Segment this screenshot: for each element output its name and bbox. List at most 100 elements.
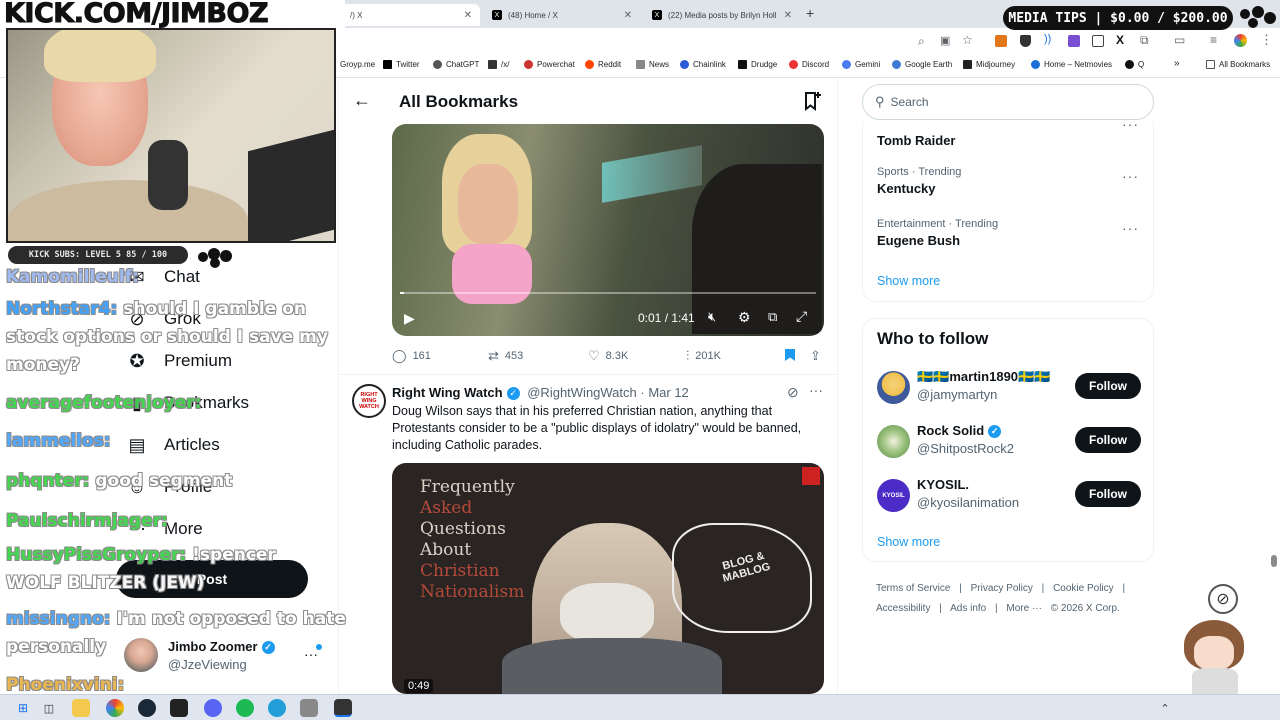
account-name[interactable]: Rock Solid ✓	[917, 423, 1002, 439]
sidebar-icon[interactable]: ▭	[1174, 33, 1185, 47]
close-tab-icon[interactable]: ✕	[458, 10, 472, 21]
bookmark-item[interactable]: ChatGPT	[433, 60, 479, 69]
ads-info-link[interactable]: Ads info	[950, 603, 986, 614]
follow-button[interactable]: Follow	[1075, 373, 1141, 399]
follow-suggestion[interactable]: Rock Solid ✓ @ShitpostRock2 Follow	[863, 421, 1155, 467]
x-extension-icon[interactable]: X	[1116, 33, 1124, 47]
tweet-date[interactable]: · Mar 12	[640, 385, 688, 400]
repost-button[interactable]: ⇄ 453	[488, 348, 523, 364]
bookmark-item[interactable]: Groyp.me	[340, 60, 375, 69]
app-icon[interactable]	[170, 699, 188, 717]
windows-start-icon[interactable]: ⊞	[14, 699, 32, 717]
follow-suggestion[interactable]: KYOSIL KYOSIL. @kyosilanimation Follow	[863, 475, 1155, 521]
play-icon[interactable]: ▶	[404, 310, 415, 327]
bookmark-item[interactable]: Discord	[789, 60, 829, 69]
extensions-puzzle-icon[interactable]: ⧉	[1140, 33, 1149, 48]
grok-icon[interactable]: ⊘	[787, 384, 799, 401]
extension-icon[interactable]	[1092, 35, 1104, 47]
browser-menu-icon[interactable]: ⋮	[1260, 32, 1273, 48]
settings-gear-icon[interactable]: ⚙	[738, 309, 751, 326]
telegram-icon[interactable]	[268, 699, 286, 717]
bookmark-item[interactable]: Gemini	[842, 60, 880, 69]
bookmark-item[interactable]: Google Earth	[892, 60, 952, 69]
tweet-video-player[interactable]: Frequently Asked Questions About Christi…	[392, 463, 824, 694]
bookmark-item[interactable]: Home – Netmovies	[1031, 60, 1112, 69]
bookmark-filled-icon[interactable]	[784, 348, 796, 362]
add-bookmark-folder-icon[interactable]	[801, 90, 823, 112]
bookmark-star-icon[interactable]: ☆	[962, 33, 973, 47]
spotify-icon[interactable]	[236, 699, 254, 717]
grok-float-icon[interactable]: ⊘	[1208, 584, 1238, 614]
audio-extension-icon[interactable]: ))	[1044, 33, 1051, 45]
scrollbar-thumb[interactable]	[1271, 555, 1277, 567]
avatar[interactable]	[877, 371, 910, 404]
picture-in-picture-icon[interactable]: ⧉	[768, 309, 777, 325]
video-progress-track[interactable]	[400, 292, 816, 294]
bookmark-item[interactable]: /x/	[488, 60, 509, 69]
trend-more-icon[interactable]: ···	[1122, 220, 1139, 236]
close-tab-icon[interactable]: ✕	[778, 10, 792, 21]
follow-suggestion[interactable]: 🇸🇪🇸🇪martin1890🇸🇪🇸🇪 @jamymartyn Follow	[863, 367, 1155, 413]
more-link[interactable]: More ···	[1006, 603, 1042, 614]
chrome-icon[interactable]	[106, 699, 124, 717]
bookmark-item[interactable]: Q	[1125, 60, 1144, 69]
mute-icon[interactable]: 🔇︎	[708, 309, 716, 325]
tab-media-posts[interactable]: X (22) Media posts by Brilyn Holl ✕	[644, 4, 800, 26]
show-more-follow-link[interactable]: Show more	[877, 535, 940, 549]
all-bookmarks-folder[interactable]: All Bookmarks	[1206, 60, 1270, 69]
app-icon[interactable]	[300, 699, 318, 717]
tweet-author-name[interactable]: Right Wing Watch	[392, 385, 503, 400]
back-arrow-icon[interactable]: ←	[353, 90, 371, 111]
share-icon[interactable]: ⇪	[810, 348, 821, 364]
task-view-icon[interactable]: ◫	[40, 699, 58, 717]
tweet-video-player[interactable]: ▶ 0:01 / 1:41 🔇︎ ⚙ ⧉ ⤢	[392, 124, 824, 336]
accessibility-link[interactable]: Accessibility	[876, 603, 930, 614]
bookmark-item[interactable]: Powerchat	[524, 60, 575, 69]
show-more-trends-link[interactable]: Show more	[877, 274, 940, 288]
trend-item[interactable]: Entertainment · Trending Eugene Bush	[877, 218, 998, 248]
views-button[interactable]: ⫶ 201K	[686, 348, 721, 364]
new-tab-button[interactable]: +	[806, 5, 814, 21]
cast-icon[interactable]: ▣	[940, 34, 950, 47]
obs-icon[interactable]	[334, 699, 352, 717]
tweet-author-handle[interactable]: @RightWingWatch	[527, 385, 637, 400]
terms-link[interactable]: Terms of Service	[876, 583, 950, 594]
file-explorer-icon[interactable]	[72, 699, 90, 717]
profile-avatar-icon[interactable]	[1234, 34, 1247, 47]
zoom-icon[interactable]: ⌕	[918, 34, 925, 49]
tab-home[interactable]: X (48) Home / X ✕	[484, 4, 640, 26]
bookmark-item[interactable]: Chainlink	[680, 60, 726, 69]
bookmark-item[interactable]: News	[636, 60, 669, 69]
trend-item[interactable]: Tomb Raider	[877, 130, 956, 148]
account-name[interactable]: KYOSIL.	[917, 477, 969, 492]
downloads-icon[interactable]: ≡	[1210, 33, 1217, 47]
reply-button[interactable]: ◯ 161	[392, 348, 431, 364]
bookmark-item[interactable]: Midjourney	[963, 60, 1015, 69]
tray-arrow-icon[interactable]: ⌃	[1156, 699, 1174, 717]
avatar[interactable]	[877, 425, 910, 458]
follow-button[interactable]: Follow	[1075, 481, 1141, 507]
more-options-icon[interactable]: ···	[809, 382, 823, 398]
trend-more-icon[interactable]: ···	[1122, 116, 1139, 132]
more-bookmarks-button[interactable]: »	[1174, 58, 1180, 69]
bookmark-item[interactable]: Drudge	[738, 60, 777, 69]
like-button[interactable]: ♡ 8.3K	[588, 348, 628, 364]
shield-extension-icon[interactable]	[1020, 35, 1031, 47]
cookie-link[interactable]: Cookie Policy	[1053, 583, 1114, 594]
extension-icon[interactable]	[1068, 35, 1080, 47]
right-wing-watch-avatar[interactable]: RIGHT WING WATCH	[352, 384, 386, 418]
account-name[interactable]: 🇸🇪🇸🇪martin1890🇸🇪🇸🇪	[917, 369, 1050, 385]
trend-more-icon[interactable]: ···	[1122, 168, 1139, 184]
tab-bookmarks[interactable]: /) X ✕	[342, 4, 480, 26]
trend-item[interactable]: Sports · Trending Kentucky	[877, 166, 961, 196]
close-tab-icon[interactable]: ✕	[618, 10, 632, 21]
avatar[interactable]: KYOSIL	[877, 479, 910, 512]
steam-icon[interactable]	[138, 699, 156, 717]
metamask-extension-icon[interactable]	[995, 35, 1007, 47]
discord-icon[interactable]	[204, 699, 222, 717]
follow-button[interactable]: Follow	[1075, 427, 1141, 453]
bookmark-item[interactable]: Twitter	[383, 60, 420, 69]
privacy-link[interactable]: Privacy Policy	[971, 583, 1033, 594]
search-input[interactable]: ⚲ Search	[862, 84, 1154, 120]
bookmark-item[interactable]: Reddit	[585, 60, 621, 69]
